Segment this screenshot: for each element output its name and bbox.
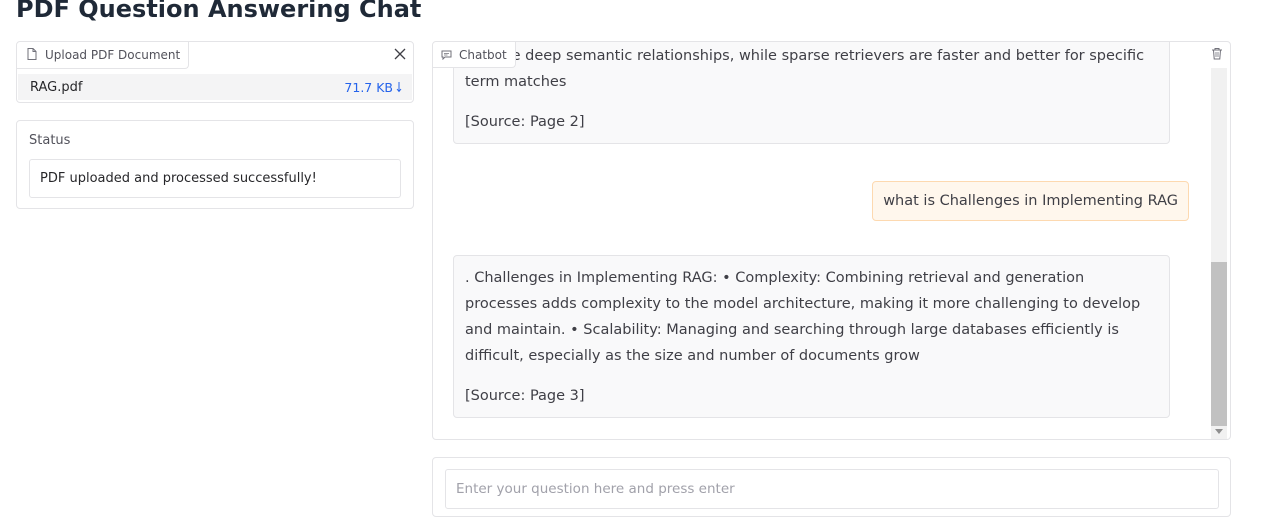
page-title: PDF Question Answering Chat [16, 0, 422, 23]
close-icon [394, 48, 406, 60]
clear-chat-button[interactable] [1208, 44, 1226, 62]
upload-panel: Upload PDF Document RAG.pdf 71.7 KB [16, 41, 414, 103]
status-label: Status [29, 133, 71, 148]
scrollbar-thumb[interactable] [1211, 262, 1227, 426]
chatbot-panel: Chatbot capture deep semantic relationsh… [432, 41, 1231, 440]
bot-message: . Challenges in Implementing RAG: • Comp… [453, 255, 1170, 418]
file-name: RAG.pdf [30, 79, 83, 95]
status-panel: Status PDF uploaded and processed succes… [16, 120, 414, 209]
bot-message-source: [Source: Page 3] [465, 388, 585, 404]
file-size: 71.7 KB [344, 79, 393, 95]
upload-label-text: Upload PDF Document [45, 48, 181, 62]
clear-file-button[interactable] [389, 43, 411, 65]
chat-scrollbar[interactable] [1211, 68, 1227, 439]
bot-message-text: . Challenges in Implementing RAG: • Comp… [465, 270, 1141, 364]
chat-icon [441, 50, 452, 60]
question-input-panel [432, 457, 1231, 517]
chatbot-label: Chatbot [433, 42, 516, 68]
trash-icon [1212, 47, 1222, 59]
uploaded-file-row: RAG.pdf 71.7 KB [18, 74, 412, 100]
file-download-link[interactable]: 71.7 KB [344, 80, 402, 95]
question-input[interactable] [445, 469, 1219, 509]
scroll-down-arrow-icon[interactable] [1215, 429, 1223, 434]
user-message: what is Challenges in Implementing RAG [872, 181, 1189, 221]
bot-message: capture deep semantic relationships, whi… [453, 42, 1170, 144]
bot-message-text: capture deep semantic relationships, whi… [465, 48, 1145, 90]
file-icon [27, 47, 37, 63]
status-textbox: PDF uploaded and processed successfully! [29, 159, 401, 198]
bot-message-source: [Source: Page 2] [465, 114, 585, 130]
upload-label: Upload PDF Document [17, 42, 190, 69]
chatbot-label-text: Chatbot [459, 47, 507, 62]
download-icon [396, 82, 402, 93]
